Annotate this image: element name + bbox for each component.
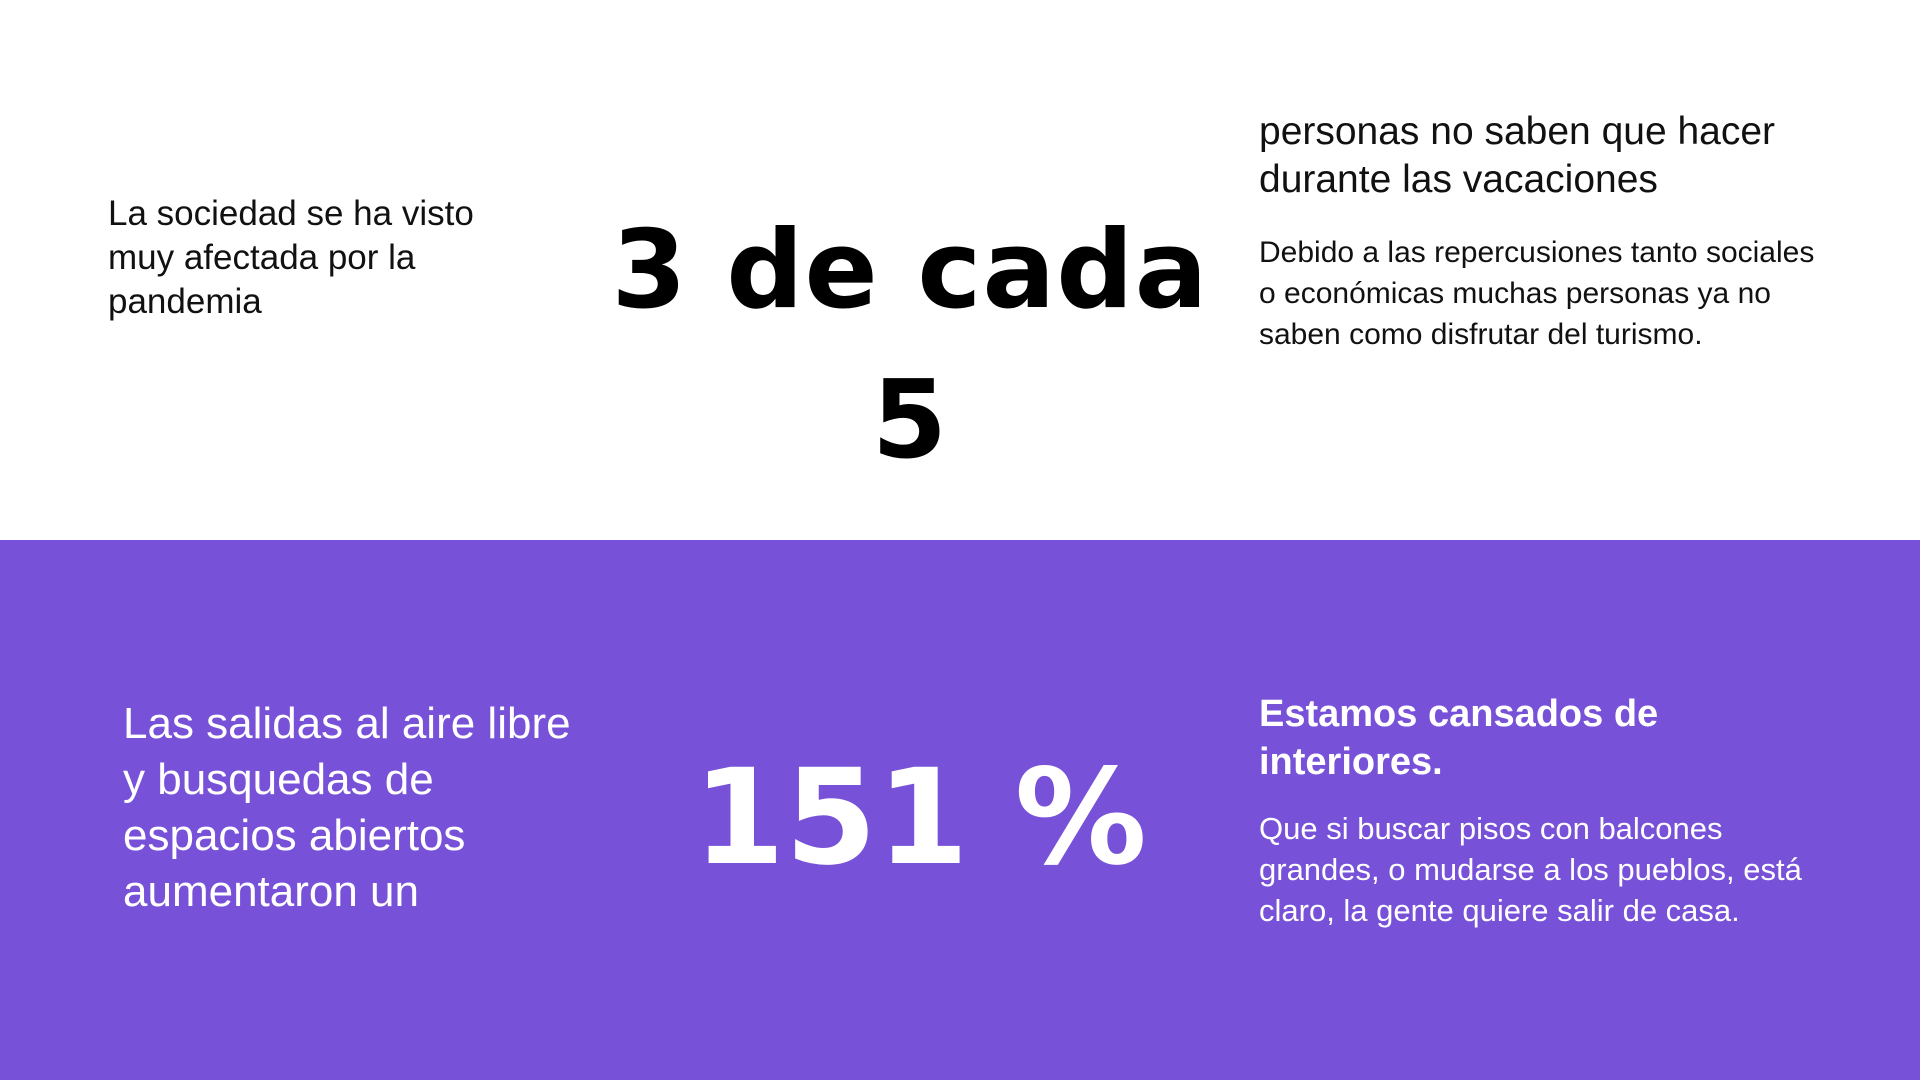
top-left-statement: La sociedad se ha visto muy afectada por… (108, 194, 474, 321)
top-section: La sociedad se ha visto muy afectada por… (0, 0, 1920, 540)
bottom-big-stat: 151 % (693, 741, 1147, 895)
bottom-left-statement: Las salidas al aire libre y busquedas de… (123, 699, 571, 916)
top-right-heading: personas no saben que hacer durante las … (1259, 110, 1776, 201)
bottom-right-heading: Estamos cansados de interiores. (1259, 693, 1659, 783)
slide: La sociedad se ha visto muy afectada por… (0, 0, 1920, 1080)
top-right-body: Debido a las repercusiones tanto sociale… (1259, 236, 1815, 351)
bottom-right-body: Que si buscar pisos con balcones grandes… (1259, 811, 1802, 928)
top-big-stat: 3 de cada 5 (611, 208, 1209, 483)
